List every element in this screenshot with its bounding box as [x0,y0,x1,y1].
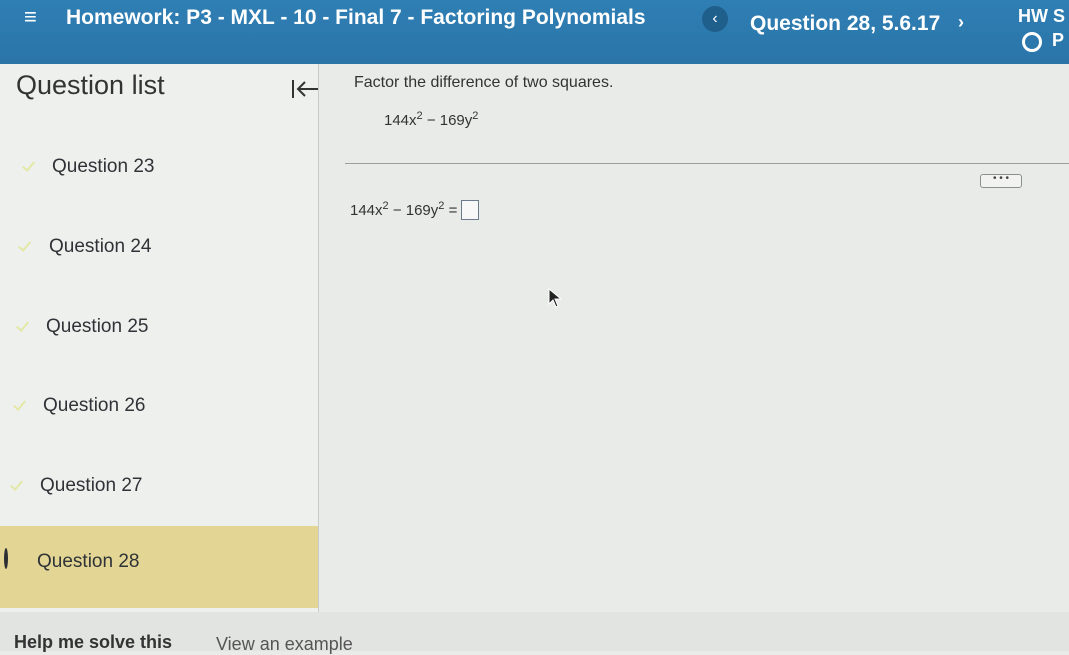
mouse-cursor-icon [548,287,563,313]
divider [345,163,1069,164]
checkmark-circle-icon [18,156,38,176]
answer-line: 144x2 − 169y2 = [350,200,480,220]
answer-input-box[interactable] [461,200,480,220]
question-list-item[interactable]: Question 25 [0,308,318,348]
previous-question-button[interactable]: ‹ [702,6,728,32]
expression: 144x2 − 169y2 [384,110,478,129]
question-label: Question 28 [37,551,140,572]
question-label: Question 27 [40,475,143,496]
question-list-item-current[interactable]: Question 28 [0,526,318,608]
view-example-button[interactable]: View an example [216,634,353,655]
checkmark-circle-icon [6,475,26,495]
exponent: 2 [472,110,479,122]
question-label: Question 25 [46,316,149,337]
question-prompt: Factor the difference of two squares. [354,74,614,91]
question-list-item[interactable]: Question 24 [0,228,318,268]
top-header: ≡ Homework: P3 - MXL - 10 - Final 7 - Fa… [0,0,1069,64]
question-list-panel: Question list Question 23 Question 24 Qu… [0,64,319,612]
question-list-item[interactable]: Question 27 [0,467,318,507]
question-list-item[interactable]: Question 23 [0,148,318,188]
checkmark-circle-icon [14,236,34,256]
checkmark-circle-icon [9,395,29,415]
question-label: Question 26 [43,395,146,416]
expression-term-b: − 169y [422,112,473,129]
answer-term-a: 144x [350,202,383,219]
checkmark-circle-icon [12,316,32,336]
hamburger-icon[interactable]: ≡ [24,4,37,30]
hw-score-label: HW S [1018,6,1065,26]
help-me-solve-button[interactable]: Help me solve this [14,632,172,653]
question-label: Question 23 [52,156,155,177]
equals-sign: = [444,202,458,219]
collapse-left-icon[interactable] [290,78,320,105]
empty-circle-icon [4,548,24,570]
question-list-title: Question list [16,70,165,100]
more-options-button[interactable]: • • • [980,174,1022,188]
question-label: Question 24 [49,236,152,257]
question-title: Question 28, 5.6.17 [750,12,941,35]
next-question-button[interactable]: › [958,12,964,33]
homework-title: Homework: P3 - MXL - 10 - Final 7 - Fact… [66,6,646,29]
points-circle-icon [1022,32,1042,52]
expression-term-a: 144x [384,112,417,129]
points-label: P [1052,30,1065,50]
answer-term-b: − 169y [388,202,439,219]
footer-bar: Help me solve this View an example [0,612,1069,654]
question-list-item[interactable]: Question 26 [0,387,318,427]
